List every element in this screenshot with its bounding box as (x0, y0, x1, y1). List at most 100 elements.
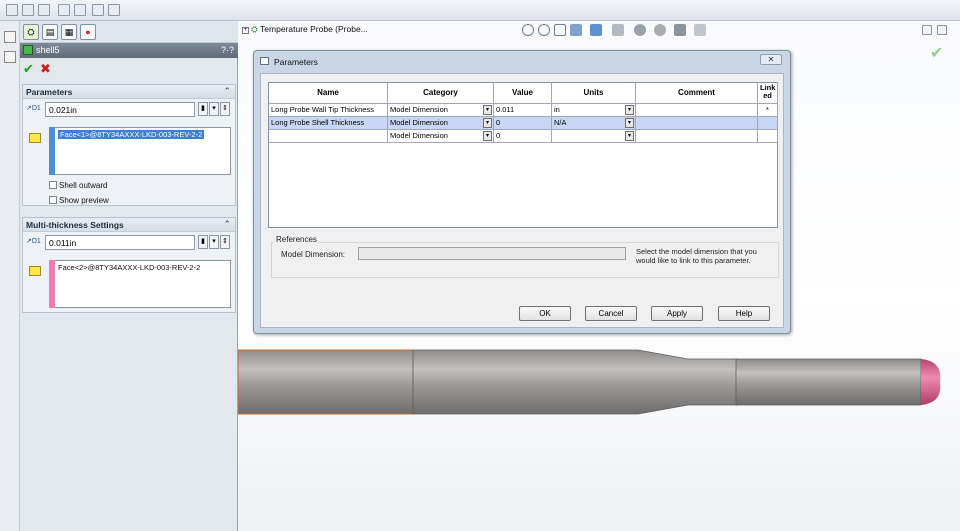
list-item[interactable]: Face<1>@8TY34AXXX-LKD-003-REV-2-2 (58, 130, 205, 139)
section-view-icon[interactable] (570, 24, 582, 36)
table-row-2-linked[interactable] (758, 117, 778, 130)
show-preview-label: Show preview (59, 196, 109, 205)
table-row-1-name[interactable]: Long Probe Wall Tip Thickness (269, 104, 388, 117)
apply-button[interactable]: Apply (651, 306, 703, 321)
ok-check-icon[interactable]: ✔ (23, 61, 34, 77)
collapse-icon[interactable]: ⌃ (223, 219, 231, 230)
table-row-3-name[interactable] (269, 130, 388, 143)
previous-view-icon[interactable] (554, 24, 566, 36)
value-dropdown-button[interactable]: ▾ (209, 235, 219, 249)
shell-outward-option[interactable]: Shell outward (49, 181, 107, 190)
thickness-input[interactable]: 0.021in (45, 102, 195, 117)
appearance-icon[interactable] (654, 24, 666, 36)
view-settings-icon[interactable] (694, 24, 706, 36)
table-row-2-comment[interactable] (636, 117, 758, 130)
hide-show-icon[interactable] (634, 24, 646, 36)
dropdown-arrow-icon[interactable]: ▾ (483, 105, 492, 115)
table-row-1-comment[interactable] (636, 104, 758, 117)
rebuild-icon[interactable] (108, 4, 120, 16)
group-title: Parameters ⌃ (23, 85, 235, 99)
multi-thickness-input[interactable]: 0.011in (45, 235, 195, 250)
value-spin-button[interactable]: ⇕ (220, 235, 230, 249)
group-title-label: Parameters (26, 87, 73, 97)
tab-feature-manager[interactable]: ⛭ (23, 24, 39, 40)
faces-selection-icon (29, 133, 41, 143)
expand-icon[interactable]: + (242, 27, 249, 34)
model-dimension-label: Model Dimension: (281, 250, 346, 259)
table-row-1-linked[interactable]: * (758, 104, 778, 117)
shell-outward-label: Shell outward (59, 181, 108, 190)
table-row-2-name[interactable]: Long Probe Shell Thickness (269, 117, 388, 130)
wave-icon[interactable] (4, 51, 16, 63)
feature-tree-root[interactable]: + ⛭ Temperature Probe (Probe... (242, 24, 368, 35)
dropdown-arrow-icon[interactable]: ▾ (625, 131, 634, 141)
shell-outward-checkbox[interactable] (49, 181, 57, 189)
print-icon[interactable] (74, 4, 86, 16)
column-header-category[interactable]: Category (388, 83, 494, 104)
dialog-title: Parameters (274, 57, 318, 67)
column-header-comment[interactable]: Comment (636, 83, 758, 104)
table-row-3-units[interactable]: ▾ (552, 130, 636, 143)
table-row-2-value[interactable]: 0 (494, 117, 552, 130)
tile-window-icon[interactable] (937, 25, 947, 35)
tab-configuration-manager[interactable]: ▦ (61, 24, 77, 40)
show-preview-checkbox[interactable] (49, 196, 57, 204)
value-dropdown-button[interactable]: ▾ (209, 102, 219, 116)
tab-property-manager[interactable]: ▤ (42, 24, 58, 40)
link-value-button[interactable]: ▮ (198, 102, 208, 116)
sketch-icon[interactable] (4, 31, 16, 43)
thickness-dimension-icon: ↗D1 (26, 105, 41, 112)
dropdown-arrow-icon[interactable]: ▾ (625, 105, 634, 115)
list-icon[interactable] (6, 4, 18, 16)
restore-window-icon[interactable] (922, 25, 932, 35)
view-orientation-icon[interactable] (590, 24, 602, 36)
confirm-check-icon[interactable]: ✔ (930, 43, 943, 63)
faces-selection-icon (29, 266, 41, 276)
table-row-3-linked[interactable] (758, 130, 778, 143)
link-value-button[interactable]: ▮ (198, 235, 208, 249)
dropdown-arrow-icon[interactable]: ▾ (483, 131, 492, 141)
faces-to-remove-list[interactable]: Face<1>@8TY34AXXX-LKD-003-REV-2-2 (49, 127, 231, 175)
list-color-bar (49, 127, 55, 175)
probe-model[interactable] (238, 348, 960, 428)
show-preview-option[interactable]: Show preview (49, 196, 109, 205)
ok-button[interactable]: OK (519, 306, 571, 321)
table-row-3-category[interactable]: Model Dimension ▾ (388, 130, 494, 143)
dialog-titlebar[interactable]: Parameters ✕ (254, 51, 790, 71)
zoom-area-icon[interactable] (538, 24, 550, 36)
close-icon[interactable]: ✕ (760, 54, 782, 65)
table-row-3-value[interactable]: 0 (494, 130, 552, 143)
paste-icon[interactable] (38, 4, 50, 16)
model-dimension-field[interactable] (358, 247, 626, 260)
column-header-value[interactable]: Value (494, 83, 552, 104)
collapse-icon[interactable]: ⌃ (223, 86, 231, 97)
table-row-3-comment[interactable] (636, 130, 758, 143)
multi-thickness-faces-list[interactable]: Face<2>@8TY34AXXX-LKD-003-REV-2-2 (49, 260, 231, 308)
parameters-table[interactable]: Name Category Value Units Comment Link e… (268, 82, 778, 228)
options-icon[interactable] (92, 4, 104, 16)
column-header-name[interactable]: Name (269, 83, 388, 104)
sheet-icon[interactable] (58, 4, 70, 16)
dropdown-arrow-icon[interactable]: ▾ (625, 118, 634, 128)
column-header-units[interactable]: Units (552, 83, 636, 104)
list-item[interactable]: Face<2>@8TY34AXXX-LKD-003-REV-2-2 (58, 263, 200, 272)
scene-icon[interactable] (674, 24, 686, 36)
table-row-1-units[interactable]: in ▾ (552, 104, 636, 117)
zoom-to-fit-icon[interactable] (522, 24, 534, 36)
display-style-icon[interactable] (612, 24, 624, 36)
table-row-1-value[interactable]: 0.011 (494, 104, 552, 117)
tab-display-manager[interactable]: ● (80, 24, 96, 40)
help-icon[interactable]: ?·? (221, 45, 234, 55)
table-row-1-category[interactable]: Model Dimension ▾ (388, 104, 494, 117)
copy-icon[interactable] (22, 4, 34, 16)
cancel-x-icon[interactable]: ✖ (40, 61, 51, 77)
help-button[interactable]: Help (718, 306, 770, 321)
column-header-linked[interactable]: Link ed (758, 83, 778, 104)
table-row-2-category[interactable]: Model Dimension ▾ (388, 117, 494, 130)
group-title-label: Multi-thickness Settings (26, 220, 124, 230)
table-row-2-units[interactable]: N/A ▾ (552, 117, 636, 130)
parameters-group: Parameters ⌃ ↗D1 0.021in ▮ ▾ ⇕ Face<1>@8… (22, 84, 236, 206)
dropdown-arrow-icon[interactable]: ▾ (483, 118, 492, 128)
cancel-button[interactable]: Cancel (585, 306, 637, 321)
value-spin-button[interactable]: ⇕ (220, 102, 230, 116)
